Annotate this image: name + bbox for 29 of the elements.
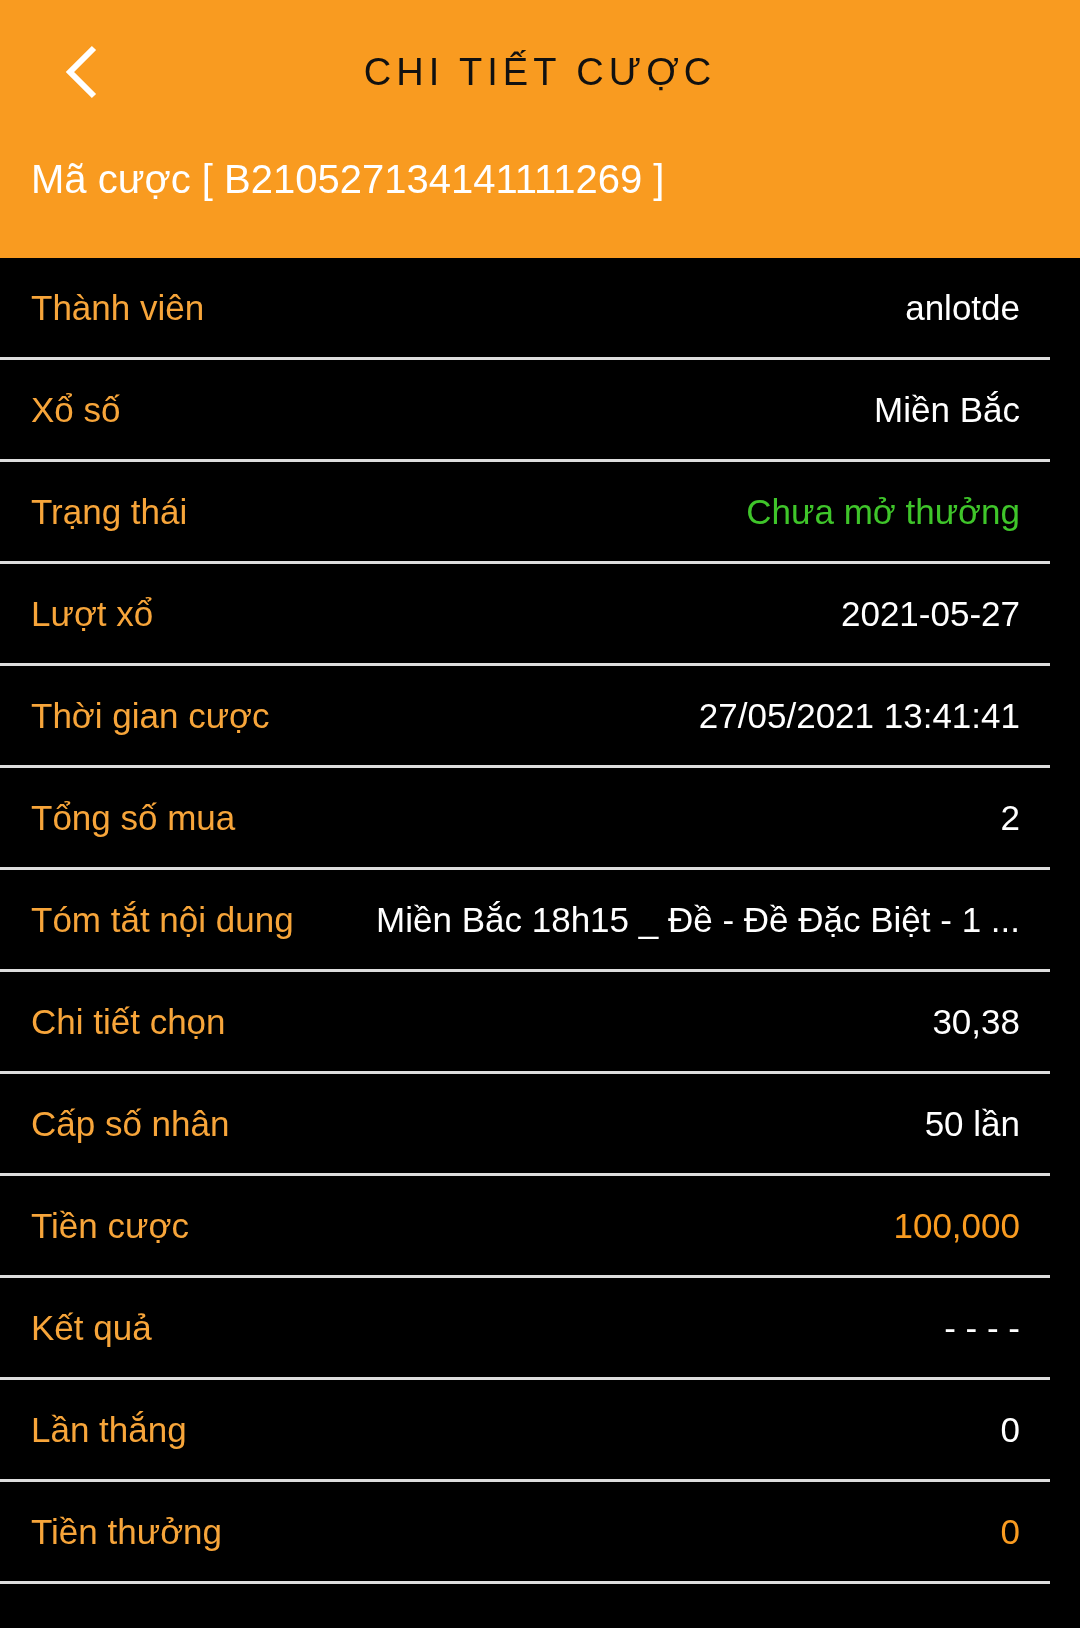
field-label: Lần thắng <box>31 1409 187 1450</box>
field-label: Thành viên <box>31 287 205 328</box>
bet-code: Mã cược [ B210527134141111269 ] <box>30 157 666 202</box>
field-label: Tiền thưởng <box>31 1511 222 1552</box>
field-value: 50 lần <box>924 1103 1020 1144</box>
field-value: 30,38 <box>932 1001 1020 1042</box>
field-label: Kết quả <box>31 1307 152 1348</box>
field-value: 100,000 <box>893 1205 1020 1246</box>
field-label: Cấp số nhân <box>31 1103 230 1144</box>
field-value: anlotde <box>905 287 1020 328</box>
field-value: - - - - <box>944 1307 1020 1348</box>
field-value: Miền Bắc 18h15 _ Đề - Đề Đặc Biệt - 1 ... <box>376 899 1020 940</box>
page-title: CHI TIẾT CƯỢC <box>363 51 717 94</box>
field-label: Trạng thái <box>31 491 188 532</box>
field-value: 0 <box>1000 1409 1020 1450</box>
field-value: 27/05/2021 13:41:41 <box>698 695 1020 736</box>
field-label: Thời gian cược <box>31 695 270 736</box>
field-value: Miền Bắc <box>874 389 1020 430</box>
field-label: Lượt xổ <box>31 593 154 634</box>
back-icon[interactable] <box>64 44 98 100</box>
field-value: 0 <box>1000 1511 1020 1552</box>
field-label: Tóm tắt nội dung <box>31 899 294 940</box>
field-value: Chưa mở thưởng <box>746 491 1020 532</box>
field-label: Chi tiết chọn <box>31 1001 226 1042</box>
field-label: Xổ số <box>31 389 121 430</box>
field-value: 2 <box>1000 797 1020 838</box>
field-value: 2021-05-27 <box>840 593 1020 634</box>
field-label: Tiền cược <box>31 1205 189 1246</box>
field-label: Tổng số mua <box>31 797 236 838</box>
